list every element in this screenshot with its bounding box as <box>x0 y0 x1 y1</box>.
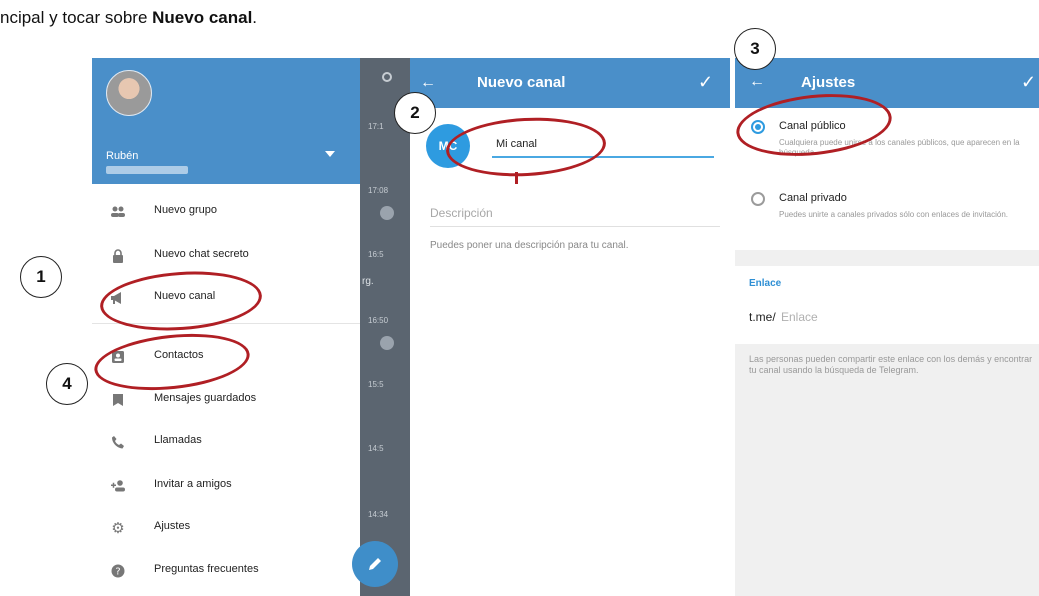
new-channel-title: Nuevo canal <box>477 74 566 91</box>
svg-text:?: ? <box>115 567 120 578</box>
menu-label: Invitar a amigos <box>154 478 232 490</box>
help-icon: ? <box>110 563 126 579</box>
chat-list-background: 17:1 17:08 16:5 rg. 16:50 15:5 14:5 14:3… <box>360 58 410 596</box>
chat-time: 16:50 <box>368 316 389 325</box>
chat-preview-fragment: rg. <box>362 276 374 287</box>
callout-3: 3 <box>734 28 776 70</box>
menu-label: Mensajes guardados <box>154 392 257 404</box>
back-arrow-icon[interactable]: ← <box>420 74 436 92</box>
menu-label: Nuevo grupo <box>154 204 217 216</box>
menu-label: Nuevo chat secreto <box>154 248 249 260</box>
chat-time: 14:5 <box>368 444 384 453</box>
link-input[interactable]: Enlace <box>781 310 818 324</box>
instruction-caption: ncipal y tocar sobre Nuevo canal. <box>0 8 257 28</box>
drawer-header: Rubén <box>92 58 360 184</box>
confirm-check-icon[interactable]: ✓ <box>698 72 713 93</box>
account-dropdown-icon[interactable] <box>325 151 335 157</box>
chat-time: 16:5 <box>368 250 384 259</box>
new-channel-toolbar: ← Nuevo canal ✓ <box>410 58 730 108</box>
menu-item-nuevo-grupo[interactable]: Nuevo grupo <box>92 194 360 232</box>
unread-badge <box>380 336 394 350</box>
link-help-text: Las personas pueden compartir este enlac… <box>749 354 1033 375</box>
lock-icon <box>110 248 126 264</box>
private-option-label[interactable]: Canal privado <box>779 192 847 204</box>
chat-time: 17:08 <box>368 186 389 195</box>
menu-item-preguntas-frecuentes[interactable]: ? Preguntas frecuentes <box>92 553 360 591</box>
callout-4: 4 <box>46 363 88 405</box>
menu-label: Llamadas <box>154 434 202 446</box>
private-radio[interactable] <box>751 192 765 206</box>
caption-prefix: ncipal y tocar sobre <box>0 8 153 27</box>
phone-icon <box>110 434 126 450</box>
unread-badge <box>380 206 394 220</box>
bookmark-icon <box>110 392 126 408</box>
callout-1: 1 <box>20 256 62 298</box>
private-option-desc: Puedes unirte a canales privados sólo co… <box>779 210 1009 219</box>
chat-time: 14:34 <box>368 510 389 519</box>
user-avatar[interactable] <box>106 70 152 116</box>
link-prefix: t.me/ <box>749 310 776 324</box>
user-phone-blurred <box>106 166 188 174</box>
caption-suffix: . <box>252 8 258 27</box>
description-underline <box>430 226 720 227</box>
menu-label: Ajustes <box>154 520 191 532</box>
caption-bold: Nuevo canal <box>152 8 253 27</box>
gear-icon: ⚙ <box>111 520 125 537</box>
compose-fab[interactable] <box>352 541 398 587</box>
back-arrow-icon[interactable]: ← <box>749 73 765 91</box>
chat-time: 17:1 <box>368 122 384 131</box>
menu-item-invitar-amigos[interactable]: Invitar a amigos <box>92 468 360 506</box>
link-section: Enlace t.me/ Enlace <box>735 266 1039 344</box>
user-name: Rubén <box>106 150 139 162</box>
link-heading: Enlace <box>749 278 782 289</box>
chat-time: 15:5 <box>368 380 384 389</box>
description-help-text: Puedes poner una descripción para tu can… <box>430 240 629 251</box>
settings-title: Ajustes <box>801 74 856 91</box>
menu-item-nuevo-chat-secreto[interactable]: Nuevo chat secreto <box>92 238 360 276</box>
menu-item-llamadas[interactable]: Llamadas <box>92 424 360 462</box>
pencil-icon <box>369 558 381 570</box>
add-person-icon <box>110 478 126 494</box>
menu-label: Preguntas frecuentes <box>154 563 259 575</box>
search-icon[interactable] <box>382 72 392 82</box>
group-icon <box>110 204 126 220</box>
description-input[interactable]: Descripción <box>430 206 493 220</box>
menu-item-ajustes[interactable]: ⚙ Ajustes <box>92 510 360 548</box>
callout-2: 2 <box>394 92 436 134</box>
highlight-tick <box>515 172 518 184</box>
confirm-check-icon[interactable]: ✓ <box>1021 72 1036 93</box>
